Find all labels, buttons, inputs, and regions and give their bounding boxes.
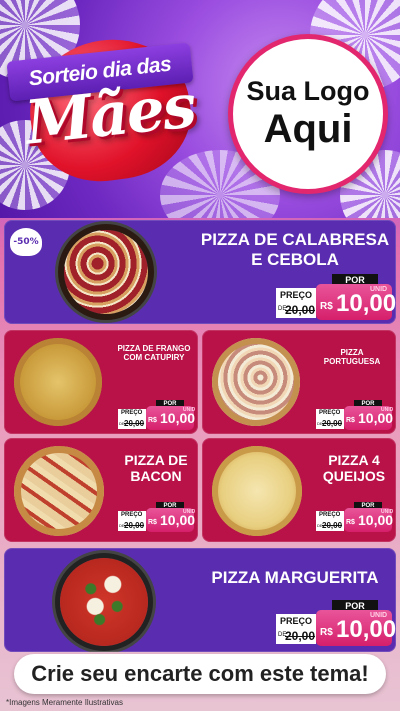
unit-label: UNID	[381, 407, 394, 413]
old-price-box: PREÇO DE 20,00	[316, 511, 344, 531]
preco-label: PREÇO	[121, 512, 143, 518]
pizza-image	[14, 446, 104, 536]
old-price-box: PREÇO DE 20,00	[276, 288, 316, 318]
unit-label: UNID	[381, 509, 394, 515]
old-price-box: PREÇO DE 20,00	[118, 511, 146, 531]
product-card-frango: PIZZA DE FRANGO COM CATUPIRY POR PREÇO D…	[4, 330, 198, 434]
unit-label: UNID	[183, 407, 196, 413]
product-card-portuguesa: PIZZA PORTUGUESA POR PREÇO DE 20,00 R$ 1…	[202, 330, 396, 434]
product-name: PIZZA DE FRANGO COM CATUPIRY	[117, 344, 191, 363]
disclaimer-text: *Imagens Meramente Ilustrativas	[6, 698, 123, 707]
price-tag: POR PREÇO DE 20,00 R$ 10,00 UNID	[118, 502, 196, 532]
unit-label: UNID	[370, 286, 388, 293]
preco-label: PREÇO	[319, 410, 341, 416]
new-price-box: R$ 10,00 UNID	[344, 406, 394, 430]
preco-label: PREÇO	[121, 410, 143, 416]
new-price: 10,00	[336, 616, 396, 643]
price-tag: POR PREÇO DE 20,00 R$ 10,00 UNID	[316, 502, 394, 532]
old-price: 20,00	[285, 629, 316, 643]
new-price: 10,00	[336, 290, 396, 317]
old-price-box: PREÇO DE 20,00	[316, 409, 344, 429]
product-card-bacon: PIZZA DE BACON POR PREÇO DE 20,00 R$ 10,…	[4, 438, 198, 542]
old-price-box: PREÇO DE 20,00	[276, 614, 316, 644]
old-price: 20,00	[124, 521, 145, 530]
product-card-4-queijos: PIZZA 4 QUEIJOS POR PREÇO DE 20,00 R$ 10…	[202, 438, 396, 542]
old-price: 20,00	[322, 419, 343, 428]
new-price-box: R$ 10,00 UNID	[316, 284, 396, 320]
currency-label: R$	[346, 417, 355, 424]
currency-label: R$	[148, 519, 157, 526]
product-name: PIZZA 4 QUEIJOS	[322, 452, 386, 485]
product-name: PIZZA DE BACON	[124, 452, 188, 485]
cta-banner[interactable]: Crie seu encarte com este tema!	[14, 654, 386, 694]
new-price-box: R$ 10,00 UNID	[146, 508, 196, 532]
old-price: 20,00	[285, 303, 316, 317]
new-price-box: R$ 10,00 UNID	[146, 406, 196, 430]
product-name: PIZZA MARGUERITA	[211, 568, 379, 587]
old-price-box: PREÇO DE 20,00	[118, 409, 146, 429]
product-name: PIZZA DE CALABRESA E CEBOLA	[200, 230, 390, 269]
price-tag: POR PREÇO DE 20,00 R$ 10,00 UNID	[276, 600, 396, 648]
new-price-box: R$ 10,00 UNID	[316, 610, 396, 646]
currency-label: R$	[346, 519, 355, 526]
currency-label: R$	[320, 627, 333, 638]
product-card-calabresa: -50% PIZZA DE CALABRESA E CEBOLA POR PRE…	[4, 220, 396, 324]
discount-badge: -50%	[10, 228, 42, 256]
pizza-image	[212, 338, 300, 426]
price-tag: POR PREÇO DE 20,00 R$ 10,00 UNID	[276, 274, 396, 322]
logo-text-line2: Aqui	[263, 106, 353, 151]
pizza-image	[14, 338, 102, 426]
old-price: 20,00	[124, 419, 145, 428]
product-name: PIZZA PORTUGUESA	[323, 348, 381, 367]
logo-placeholder: Sua Logo Aqui	[228, 34, 388, 194]
header-banner: Sorteio dia das Mães Sua Logo Aqui	[0, 0, 400, 218]
old-price: 20,00	[322, 521, 343, 530]
pizza-image	[60, 558, 148, 646]
logo-text-line1: Sua Logo	[246, 76, 370, 107]
product-card-marguerita: PIZZA MARGUERITA POR PREÇO DE 20,00 R$ 1…	[4, 548, 396, 652]
pizza-image	[212, 446, 302, 536]
pizza-image	[64, 230, 148, 314]
price-tag: POR PREÇO DE 20,00 R$ 10,00 UNID	[316, 400, 394, 430]
cta-text: Crie seu encarte com este tema!	[31, 661, 369, 686]
unit-label: UNID	[370, 612, 388, 619]
preco-label: PREÇO	[280, 616, 313, 626]
preco-label: PREÇO	[280, 290, 313, 300]
unit-label: UNID	[183, 509, 196, 515]
currency-label: R$	[148, 417, 157, 424]
flyer: Sorteio dia das Mães Sua Logo Aqui -50% …	[0, 0, 400, 711]
price-tag: POR PREÇO DE 20,00 R$ 10,00 UNID	[118, 400, 196, 430]
preco-label: PREÇO	[319, 512, 341, 518]
currency-label: R$	[320, 301, 333, 312]
new-price-box: R$ 10,00 UNID	[344, 508, 394, 532]
